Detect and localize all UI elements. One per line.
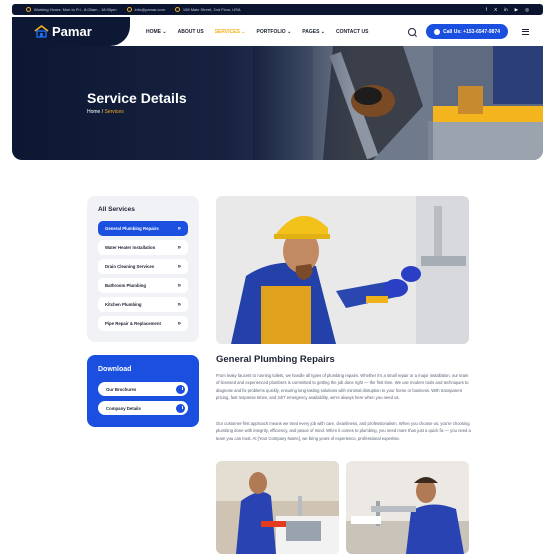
chevrons-right-icon: »	[177, 244, 181, 251]
breadcrumb: Home / Services	[87, 109, 124, 115]
mail-icon	[126, 7, 132, 12]
chevrons-right-icon: »	[177, 282, 181, 289]
service-link-drain-cleaning[interactable]: Drain Cleaning Services»	[98, 259, 188, 274]
breadcrumb-home[interactable]: Home	[87, 109, 100, 115]
service-description-1: From leaky faucets to running toilets, w…	[216, 373, 469, 400]
download-icon	[176, 384, 185, 394]
house-logo-icon	[34, 25, 49, 38]
location-icon	[174, 7, 180, 12]
chevrons-right-icon: »	[177, 301, 181, 308]
service-link-kitchen[interactable]: Kitchen Plumbing»	[98, 297, 188, 312]
services-sidebar: All Services General Plumbing Repairs» W…	[87, 196, 199, 342]
chevrons-right-icon: »	[177, 263, 181, 270]
download-box: Download Our Brochures Company Details	[87, 355, 199, 427]
nav-contact[interactable]: CONTACT US	[336, 29, 368, 35]
linkedin-icon[interactable]: in	[504, 7, 508, 13]
service-link-general-plumbing[interactable]: General Plumbing Repairs»	[98, 221, 188, 236]
nav-services[interactable]: SERVICES ⌄	[215, 29, 246, 35]
top-info-bar: Working Hours: Mon to Fri - 8:00am - 18:…	[12, 4, 543, 15]
instagram-icon[interactable]: ◎	[525, 7, 529, 13]
breadcrumb-current: Services	[104, 109, 124, 115]
nav-about[interactable]: ABOUT US	[178, 29, 204, 35]
menu-icon[interactable]	[522, 28, 529, 35]
clock-icon	[26, 7, 31, 12]
services-title: All Services	[98, 206, 135, 213]
download-title: Download	[98, 366, 132, 373]
gallery-image-kitchen-sink	[216, 461, 339, 554]
nav-pages[interactable]: PAGES ⌄	[302, 29, 325, 35]
service-link-pipe-repair[interactable]: Pipe Repair & Replacement»	[98, 316, 188, 331]
call-button[interactable]: Call Us: +153-6547-9874	[426, 24, 508, 39]
email-info[interactable]: info@pamar.com	[126, 7, 165, 12]
main-service-image	[216, 196, 469, 344]
service-link-water-heater[interactable]: Water Heater Installation»	[98, 240, 188, 255]
address-info: 158 Main Street, 2nd Floor, USA	[174, 7, 241, 12]
main-nav: HOME ⌄ ABOUT US SERVICES ⌄ PORTFOLIO ⌄ P…	[146, 17, 368, 46]
search-icon[interactable]	[408, 27, 417, 36]
nav-portfolio[interactable]: PORTFOLIO ⌄	[257, 29, 292, 35]
service-heading: General Plumbing Repairs	[216, 354, 335, 365]
gallery-image-plumber-pipe	[346, 461, 469, 554]
download-icon	[176, 403, 185, 413]
x-icon[interactable]: X	[494, 7, 497, 13]
download-brochures[interactable]: Our Brochures	[98, 382, 188, 396]
nav-home[interactable]: HOME ⌄	[146, 29, 167, 35]
service-description-2: Our customer-first approach means we tre…	[216, 421, 471, 441]
working-hours: Working Hours: Mon to Fri - 8:00am - 18:…	[26, 7, 117, 12]
chevrons-right-icon: »	[177, 225, 181, 232]
main-header: Pamar HOME ⌄ ABOUT US SERVICES ⌄ PORTFOL…	[12, 17, 543, 46]
facebook-icon[interactable]: f	[486, 7, 487, 13]
logo-text: Pamar	[52, 24, 92, 39]
header-actions: Call Us: +153-6547-9874	[408, 17, 543, 46]
service-link-bathroom[interactable]: Bathroom Plumbing»	[98, 278, 188, 293]
chevrons-right-icon: »	[177, 320, 181, 327]
download-company-details[interactable]: Company Details	[98, 401, 188, 415]
page-hero: Service Details Home / Services	[12, 46, 543, 160]
phone-icon	[434, 28, 441, 35]
youtube-icon[interactable]: ▶	[515, 7, 518, 13]
social-links: f X in ▶ ◎	[486, 7, 529, 13]
page-title: Service Details	[87, 90, 187, 106]
hero-plumber-image	[253, 46, 543, 160]
logo[interactable]: Pamar	[12, 17, 130, 46]
